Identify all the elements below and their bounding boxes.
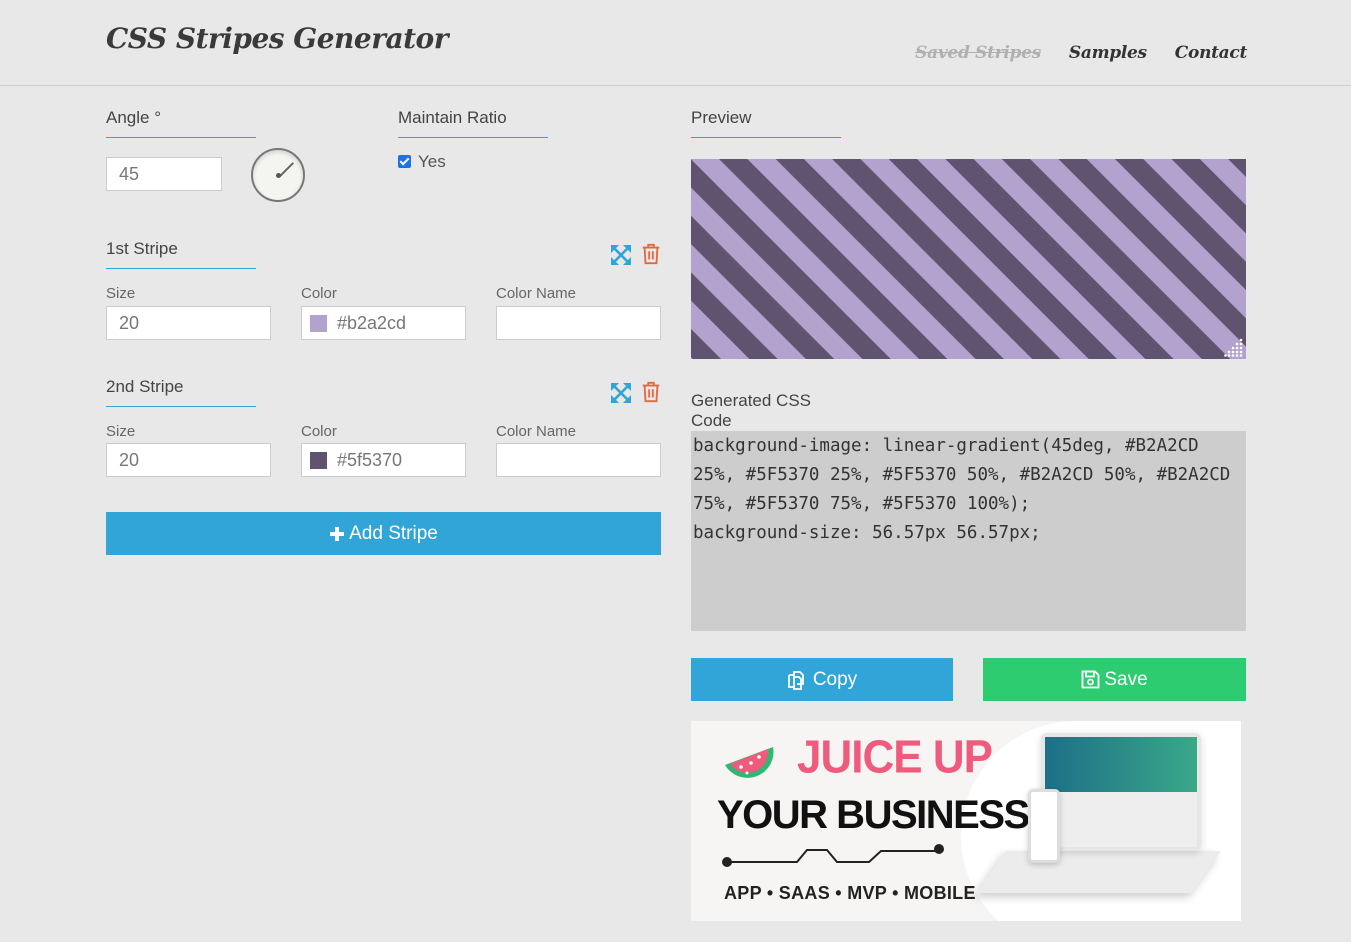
angle-input[interactable]: 45 [106,157,222,191]
stripe-2-color-input[interactable]: #5f5370 [301,443,466,477]
maintain-ratio-checkbox[interactable] [398,155,411,168]
maintain-ratio-title: Maintain Ratio [398,108,548,138]
stripe-1-color-value: #b2a2cd [337,313,407,333]
stripe-1-title: 1st Stripe [106,239,256,269]
stripe-2-size-label: Size [106,423,136,440]
stripe-2-color-name-input[interactable] [496,443,661,477]
maintain-ratio-label[interactable]: Yes [418,152,446,172]
stripe-1-color-name-label: Color Name [496,285,577,302]
ad-tagline: APP • SAAS • MVP • MOBILE [724,883,976,903]
main-nav: Saved Stripes Samples Contact [915,43,1247,63]
stripe-2-size-value: 20 [119,450,140,470]
save-label: Save [1104,668,1148,690]
advertisement-banner[interactable]: JUICE UP YOUR BUSINESS APP • SAAS • MVP … [691,721,1241,921]
trash-icon[interactable] [640,381,662,403]
nav-saved-stripes[interactable]: Saved Stripes [915,43,1041,63]
stripe-2-size-input[interactable]: 20 [106,443,271,477]
angle-value: 45 [119,164,140,184]
color-swatch[interactable] [310,452,327,469]
copy-label: Copy [812,668,858,690]
angle-dial[interactable] [251,148,305,202]
laptop-screen-image [1041,733,1201,851]
site-logo[interactable]: CSS Stripes Generator [106,22,448,55]
stripe-1-size-label: Size [106,285,136,302]
stripe-1-color-label: Color [301,285,337,302]
resize-handle-icon[interactable] [1224,337,1244,357]
laptop-base [976,851,1221,893]
save-icon [1081,670,1100,689]
stripe-1-color-name-input[interactable] [496,306,661,340]
stripe-1-size-value: 20 [119,313,140,333]
dial-center [276,173,281,178]
copy-button[interactable]: Copy [691,658,953,701]
ad-headline-1: JUICE UP [797,731,993,784]
preview-title: Preview [691,108,841,138]
stripe-2-color-name-label: Color Name [496,423,577,440]
nav-samples[interactable]: Samples [1069,43,1147,63]
trash-icon[interactable] [640,243,662,265]
copy-icon [787,670,804,690]
phone-image [1028,789,1060,863]
watermelon-icon [725,747,774,778]
generated-css-code[interactable]: background-image: linear-gradient(45deg,… [691,431,1246,631]
plus-icon [330,526,345,541]
save-button[interactable]: Save [983,658,1246,701]
expand-icon[interactable] [610,382,632,404]
stripe-2-color-label: Color [301,423,337,440]
stripe-2-title: 2nd Stripe [106,377,256,407]
stripe-1-color-input[interactable]: #b2a2cd [301,306,466,340]
stripe-2-color-value: #5f5370 [337,450,403,470]
stripe-1-size-input[interactable]: 20 [106,306,271,340]
laptop-hero [1045,737,1197,792]
ad-headline-2: YOUR BUSINESS [717,793,1030,837]
nav-contact[interactable]: Contact [1175,43,1248,63]
stripes-preview [691,159,1246,359]
color-swatch[interactable] [310,315,327,332]
add-stripe-button[interactable]: Add Stripe [106,512,661,555]
site-header: CSS Stripes Generator Saved Stripes Samp… [0,0,1351,86]
circuit-line-icon [722,844,944,867]
add-stripe-label: Add Stripe [349,522,438,544]
expand-icon[interactable] [610,244,632,266]
angle-title: Angle ° [106,108,256,138]
